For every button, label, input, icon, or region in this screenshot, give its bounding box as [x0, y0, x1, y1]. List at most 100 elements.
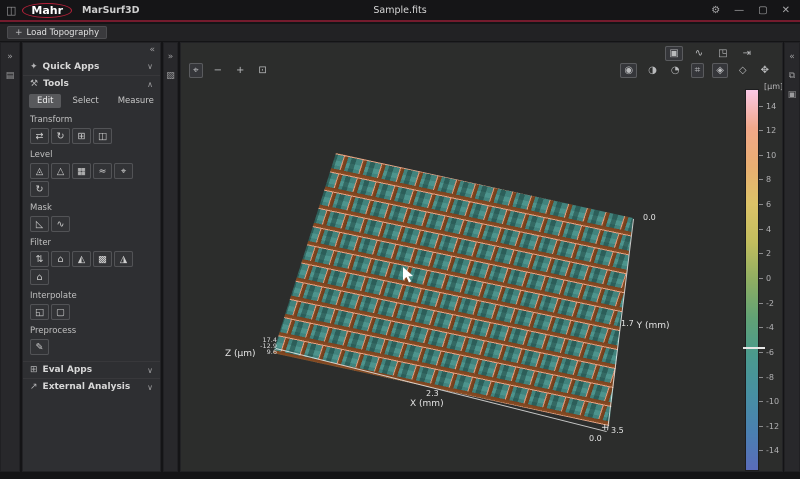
corner-x-max-label: 3.5: [611, 426, 624, 435]
collapse-panel-icon[interactable]: «: [149, 45, 155, 55]
expand-panel-icon[interactable]: »: [1, 52, 19, 62]
chevron-down-icon: ∨: [147, 366, 153, 375]
close-icon[interactable]: ✕: [782, 5, 790, 16]
orientation-gizmo-icon[interactable]: ⌖: [189, 63, 203, 78]
quick-apps-label: Quick Apps: [43, 62, 100, 72]
interpolate-crop-button[interactable]: ▢: [51, 304, 70, 320]
tab-select[interactable]: Select: [64, 94, 106, 108]
rotate-button[interactable]: ↻: [51, 128, 70, 144]
settings-gear-icon[interactable]: ⚙: [711, 5, 720, 16]
color-solid-icon[interactable]: ◉: [620, 63, 637, 78]
rotate-3d-icon[interactable]: ✥: [758, 64, 772, 77]
z-axis-ticks: 17.4-12.99.6: [255, 337, 277, 355]
history-icon[interactable]: ▧: [164, 71, 177, 81]
colorbar-tick: 12: [759, 126, 776, 135]
library-icon[interactable]: ▤: [1, 71, 19, 81]
section-transform: Transform⇄↻⊞◫: [23, 111, 160, 146]
colorbar-tick: -8: [759, 373, 774, 382]
diamond-filled-icon[interactable]: ◈: [712, 63, 728, 78]
layers-icon[interactable]: ⧉: [785, 71, 799, 81]
section-label: Mask: [30, 203, 153, 213]
mini-rail: » ▧: [163, 42, 178, 472]
preprocess-edit-button[interactable]: ✎: [30, 339, 49, 355]
colorbar-tick: 8: [759, 175, 771, 184]
topography-surface[interactable]: [181, 43, 782, 471]
expand-panel-icon[interactable]: »: [164, 52, 177, 62]
x-axis-label: X (mm): [410, 399, 444, 409]
level-plane-button[interactable]: ◬: [30, 163, 49, 179]
mask-polygon-button[interactable]: ◺: [30, 216, 49, 232]
level-histogram-button[interactable]: ▦: [72, 163, 91, 179]
right-rail: « ⧉ ▣: [784, 42, 800, 472]
eval-apps-label: Eval Apps: [43, 365, 93, 375]
filter-spatial-button[interactable]: ⇅: [30, 251, 49, 267]
chevron-down-icon: ∨: [147, 62, 153, 71]
resample-button[interactable]: ⊞: [72, 128, 91, 144]
minimize-icon[interactable]: —: [734, 5, 744, 16]
level-reset-button[interactable]: ↻: [30, 181, 49, 197]
action-bar: + Load Topography: [0, 24, 800, 41]
section-label: Filter: [30, 238, 153, 248]
section-interpolate: Interpolate◱▢: [23, 287, 160, 322]
maximize-icon[interactable]: ▢: [758, 5, 767, 16]
level-three-point-button[interactable]: △: [51, 163, 70, 179]
color-segment-icon[interactable]: ◔: [668, 64, 683, 77]
colorbar-tick: -6: [759, 348, 774, 357]
mask-threshold-button[interactable]: ∿: [51, 216, 70, 232]
external-analysis-label: External Analysis: [43, 382, 131, 392]
y-axis-label: 1.7 Y (mm): [621, 319, 670, 331]
chevron-up-icon: ∧: [147, 80, 153, 89]
window-controls: ⚙ — ▢ ✕: [711, 5, 800, 16]
eval-apps-header[interactable]: ⊞ Eval Apps ∨: [23, 361, 160, 378]
tools-icon: ⚒: [30, 79, 38, 89]
texture-view-icon[interactable]: ▣: [665, 46, 682, 61]
palette-icon[interactable]: ▣: [785, 90, 799, 100]
level-waviness-button[interactable]: ≈: [93, 163, 112, 179]
filter-highpass-button[interactable]: ◭: [72, 251, 91, 267]
colorbar-tick: 2: [759, 249, 771, 258]
tools-panel: « ✦ Quick Apps ∨ ⚒ Tools ∧ EditSelect Mea…: [22, 42, 161, 472]
fit-screen-button[interactable]: ◫: [93, 128, 112, 144]
external-analysis-header[interactable]: ↗ External Analysis ∨: [23, 378, 160, 395]
app-name: MarSurf3D: [82, 5, 139, 16]
zoom-in-icon[interactable]: +: [233, 64, 247, 77]
zoom-fit-icon[interactable]: ⊡: [255, 64, 269, 77]
plus-icon: +: [15, 28, 23, 38]
section-preprocess: Preprocess✎: [23, 322, 160, 357]
filter-robust-button[interactable]: ⌂: [30, 269, 49, 285]
sidebar-toggle-icon[interactable]: ◫: [6, 4, 16, 17]
diamond-outline-icon[interactable]: ◇: [736, 64, 750, 77]
tab-measure[interactable]: Measure: [110, 94, 162, 108]
mesh-view-icon[interactable]: ◳: [715, 47, 730, 60]
section-mask: Mask ◺∿: [23, 199, 160, 234]
grid-overlay-icon[interactable]: ⌗: [691, 63, 705, 78]
colorbar-tick: -14: [759, 446, 779, 455]
filter-lowpass-button[interactable]: ⌂: [51, 251, 70, 267]
view-controls: ⌖−+ ⊡: [189, 63, 270, 78]
tab-edit[interactable]: Edit: [29, 94, 61, 108]
filter-gaussian-button[interactable]: ◮: [114, 251, 133, 267]
colorbar-tick: 4: [759, 225, 771, 234]
interpolate-fill-button[interactable]: ◱: [30, 304, 49, 320]
quick-apps-icon: ✦: [30, 62, 38, 72]
colorbar-marker[interactable]: [743, 347, 765, 349]
load-topography-button[interactable]: + Load Topography: [7, 26, 107, 39]
color-contrast-icon[interactable]: ◑: [645, 64, 660, 77]
flip-horizontal-button[interactable]: ⇄: [30, 128, 49, 144]
collapse-panel-icon[interactable]: «: [785, 52, 799, 62]
level-align-button[interactable]: ⌖: [114, 163, 133, 179]
colorbar-tick: 10: [759, 151, 776, 160]
z-axis-label: Z (µm): [225, 349, 256, 359]
profile-view-icon[interactable]: ∿: [692, 47, 706, 60]
colorbar-tick: 6: [759, 200, 771, 209]
y-axis-tick: 1.7: [621, 319, 634, 328]
export-view-icon[interactable]: ⇥: [740, 47, 754, 60]
render-toolbar-row1: ▣ ∿ ◳ ⇥: [665, 46, 754, 61]
tools-header[interactable]: ⚒ Tools ∧: [23, 75, 160, 92]
colorbar-tick: 0: [759, 274, 771, 283]
quick-apps-header[interactable]: ✦ Quick Apps ∨: [23, 58, 160, 75]
filter-median-button[interactable]: ▩: [93, 251, 112, 267]
zoom-out-icon[interactable]: −: [211, 64, 225, 77]
viewport-3d[interactable]: ⌖−+⊡ ▣∿◳⇥ ◉◑◔⌗◈◇✥ 0.0 1.7 Y (mm) 3.5 0.0…: [180, 42, 783, 472]
section-label: Level: [30, 150, 153, 160]
